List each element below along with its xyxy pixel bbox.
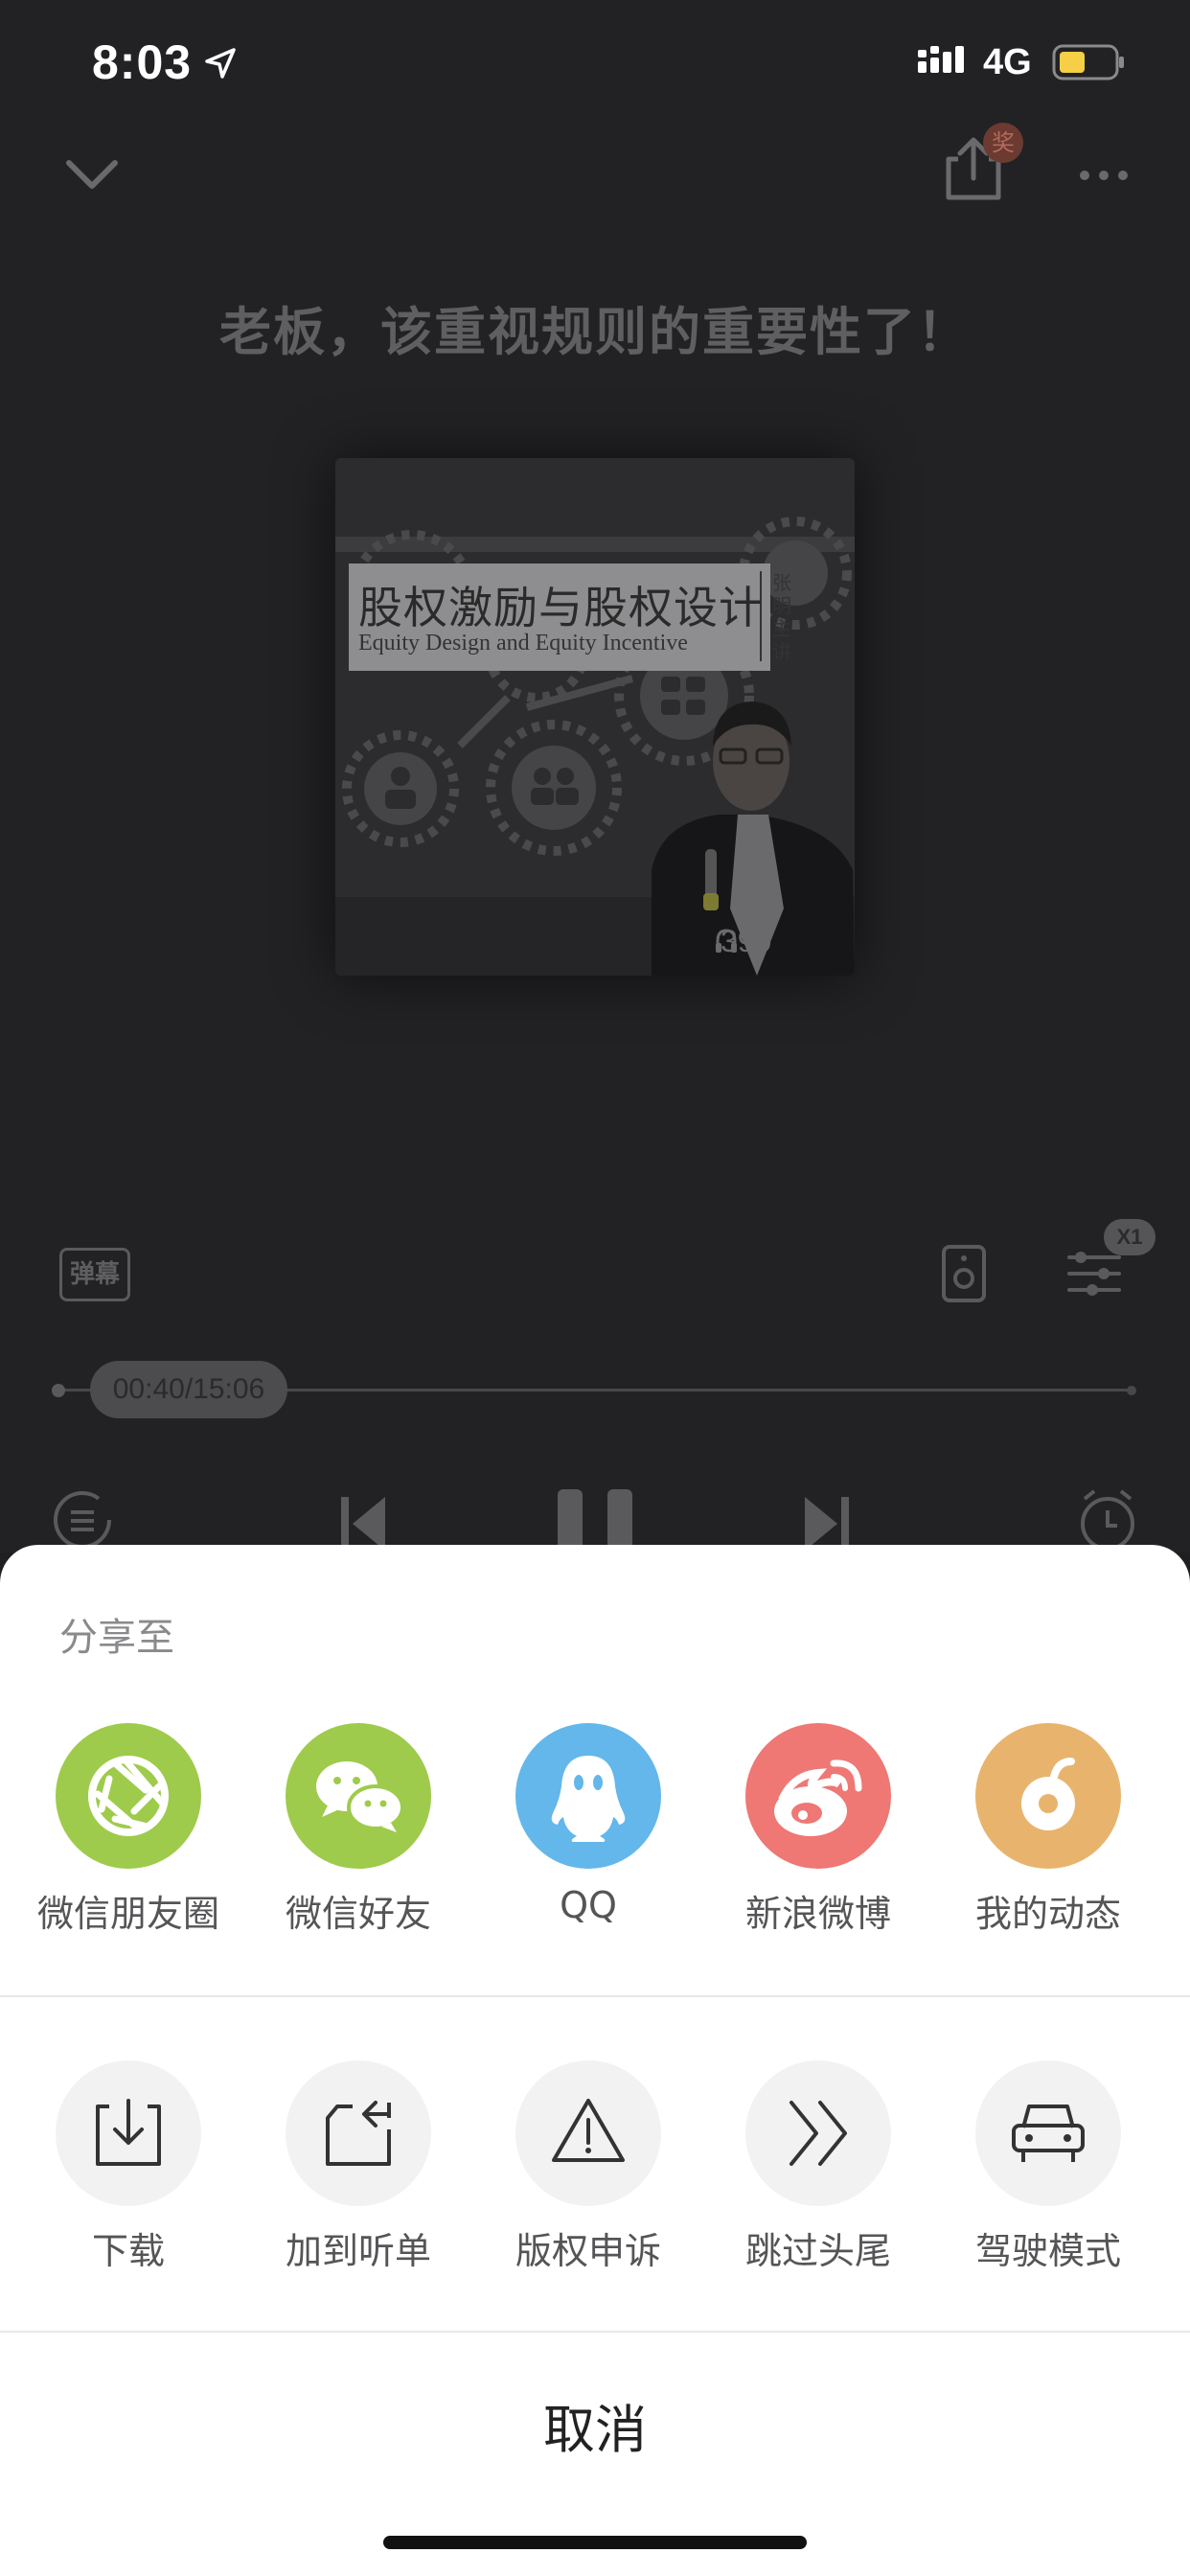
cover-lecturer: 张明主讲 [772,571,791,663]
speed-badge[interactable]: X1 [1104,1219,1156,1255]
next-icon[interactable] [803,1487,851,1552]
share-label-qq: QQ [560,1884,617,1926]
tool-copyright-report[interactable]: 版权申诉 [492,2060,684,2274]
share-label-moments: 微信朋友圈 [36,1893,219,1935]
location-arrow-icon [205,48,236,79]
wechat-moments-circle [56,1723,201,1869]
network-type: 4G [983,42,1032,82]
tool-skip-intro-outro[interactable]: 跳过头尾 [722,2060,914,2274]
download-circle [56,2060,201,2206]
previous-icon[interactable] [339,1487,387,1552]
weibo-icon [774,1760,862,1836]
add-to-list-icon [326,2101,391,2166]
tool-label-add-to-list: 加到听单 [285,2230,431,2272]
skip-circle [745,2060,891,2206]
speaker-icon[interactable] [941,1244,987,1303]
chevron-down-icon[interactable] [63,155,121,194]
warning-circle [515,2060,661,2206]
share-sheet: 分享至 微信朋友圈 微信好友 QQ 新浪微博 我的动态 下载 加到听单 版权申诉… [0,1545,1190,2576]
download-icon [96,2099,161,2166]
more-icon[interactable] [1079,169,1129,182]
signal-icon [918,46,964,73]
share-weibo[interactable]: 新浪微博 [722,1723,914,1937]
equalizer-icon[interactable] [1065,1250,1123,1298]
share-qq[interactable]: QQ [492,1723,684,1926]
progress-start-dot [52,1384,65,1397]
add-to-list-circle [286,2060,431,2206]
qq-circle [515,1723,661,1869]
qq-icon [551,1756,626,1842]
progress-end-dot [1127,1386,1136,1395]
my-feed-icon [1021,1758,1075,1830]
weibo-circle [745,1723,891,1869]
episode-title: 老板，该重视规则的重要性了！ [219,302,971,362]
tool-download[interactable]: 下载 [33,2060,224,2274]
skip-icon [790,2101,847,2166]
share-label-wechat: 微信好友 [285,1893,431,1935]
cover-subtitle: Equity Design and Equity Incentive [358,631,688,656]
cover-artwork [335,458,855,976]
tool-driving-mode[interactable]: 驾驶模式 [952,2060,1144,2274]
share-my-feed[interactable]: 我的动态 [952,1723,1144,1937]
play-count: 390 [721,924,772,958]
battery-icon [1052,44,1124,80]
progress-time-pill[interactable]: 00:40/15:06 [90,1361,287,1418]
home-indicator[interactable] [383,2536,807,2549]
share-label-my-feed: 我的动态 [974,1893,1121,1935]
cover-title: 股权激励与股权设计 [358,582,764,633]
sheet-divider [0,1995,1190,1997]
share-wechat-friend[interactable]: 微信好友 [263,1723,454,1937]
wechat-icon [316,1761,404,1832]
timer-icon[interactable] [1077,1487,1138,1552]
tool-label-skip: 跳过头尾 [744,2230,891,2272]
sheet-divider-bottom [0,2331,1190,2333]
player-screen: 8:03 4G 奖 老板，该重视规则的重要性了！ 股权激励与股权设计 Equit… [0,0,1190,1562]
status-time: 8:03 [92,35,193,89]
share-wechat-moments[interactable]: 微信朋友圈 [33,1723,224,1937]
car-icon [1012,2104,1085,2162]
my-feed-circle [975,1723,1121,1869]
car-circle [975,2060,1121,2206]
album-cover[interactable]: 股权激励与股权设计 Equity Design and Equity Incen… [335,458,855,976]
tool-label-driving: 驾驶模式 [974,2230,1121,2272]
wechat-moments-icon [88,1756,169,1836]
danmu-button[interactable]: 弹幕 [59,1248,130,1301]
tool-label-download: 下载 [91,2230,165,2272]
tool-label-copyright: 版权申诉 [515,2230,661,2272]
playlist-icon[interactable] [50,1487,115,1552]
cancel-button[interactable]: 取消 [0,2334,1190,2555]
status-bar: 8:03 4G [0,0,1190,126]
tool-add-to-list[interactable]: 加到听单 [263,2060,454,2274]
share-sheet-title: 分享至 [59,1616,174,1660]
warning-icon [552,2099,625,2162]
reward-badge: 奖 [983,123,1023,163]
share-label-weibo: 新浪微博 [744,1893,891,1935]
wechat-circle [286,1723,431,1869]
